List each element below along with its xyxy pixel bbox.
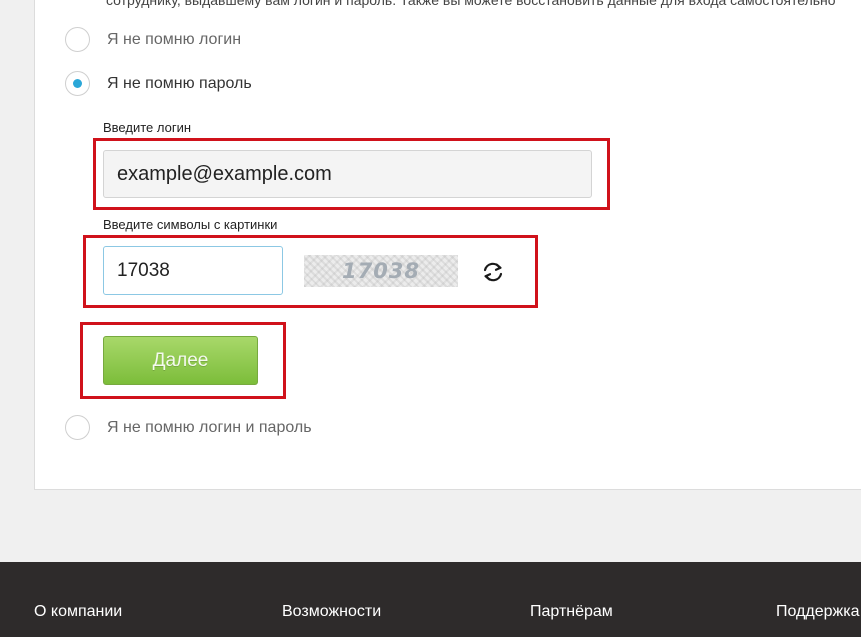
option-label: Я не помню логин и пароль [107,418,312,436]
next-button[interactable]: Далее [103,336,258,385]
footer-link-features[interactable]: Возможности [282,603,381,621]
footer-link-support[interactable]: Поддержка [776,603,859,621]
intro-text: сотруднику, выдавшему вам логин и пароль… [106,0,836,8]
login-input[interactable] [103,150,592,198]
footer: О компании Возможности Партнёрам Поддерж… [0,562,861,637]
option-forgot-login-and-password[interactable]: Я не помню логин и пароль [65,415,312,440]
option-forgot-login[interactable]: Я не помню логин [65,27,241,52]
radio-dot [73,79,82,88]
refresh-icon [483,262,503,282]
captcha-input[interactable] [103,246,283,295]
option-label: Я не помню пароль [107,74,252,92]
footer-link-partners[interactable]: Партнёрам [530,603,613,621]
login-label: Введите логин [103,120,192,135]
radio-button-selected[interactable] [65,71,90,96]
footer-link-about[interactable]: О компании [34,603,122,621]
radio-button[interactable] [65,27,90,52]
option-label: Я не помню логин [107,30,242,48]
radio-button[interactable] [65,415,90,440]
captcha-image: 17038 [304,255,458,287]
captcha-image-text: 17038 [341,259,421,283]
refresh-captcha-button[interactable] [479,258,507,286]
option-forgot-password[interactable]: Я не помню пароль [65,71,252,96]
captcha-label: Введите символы с картинки [103,217,278,232]
